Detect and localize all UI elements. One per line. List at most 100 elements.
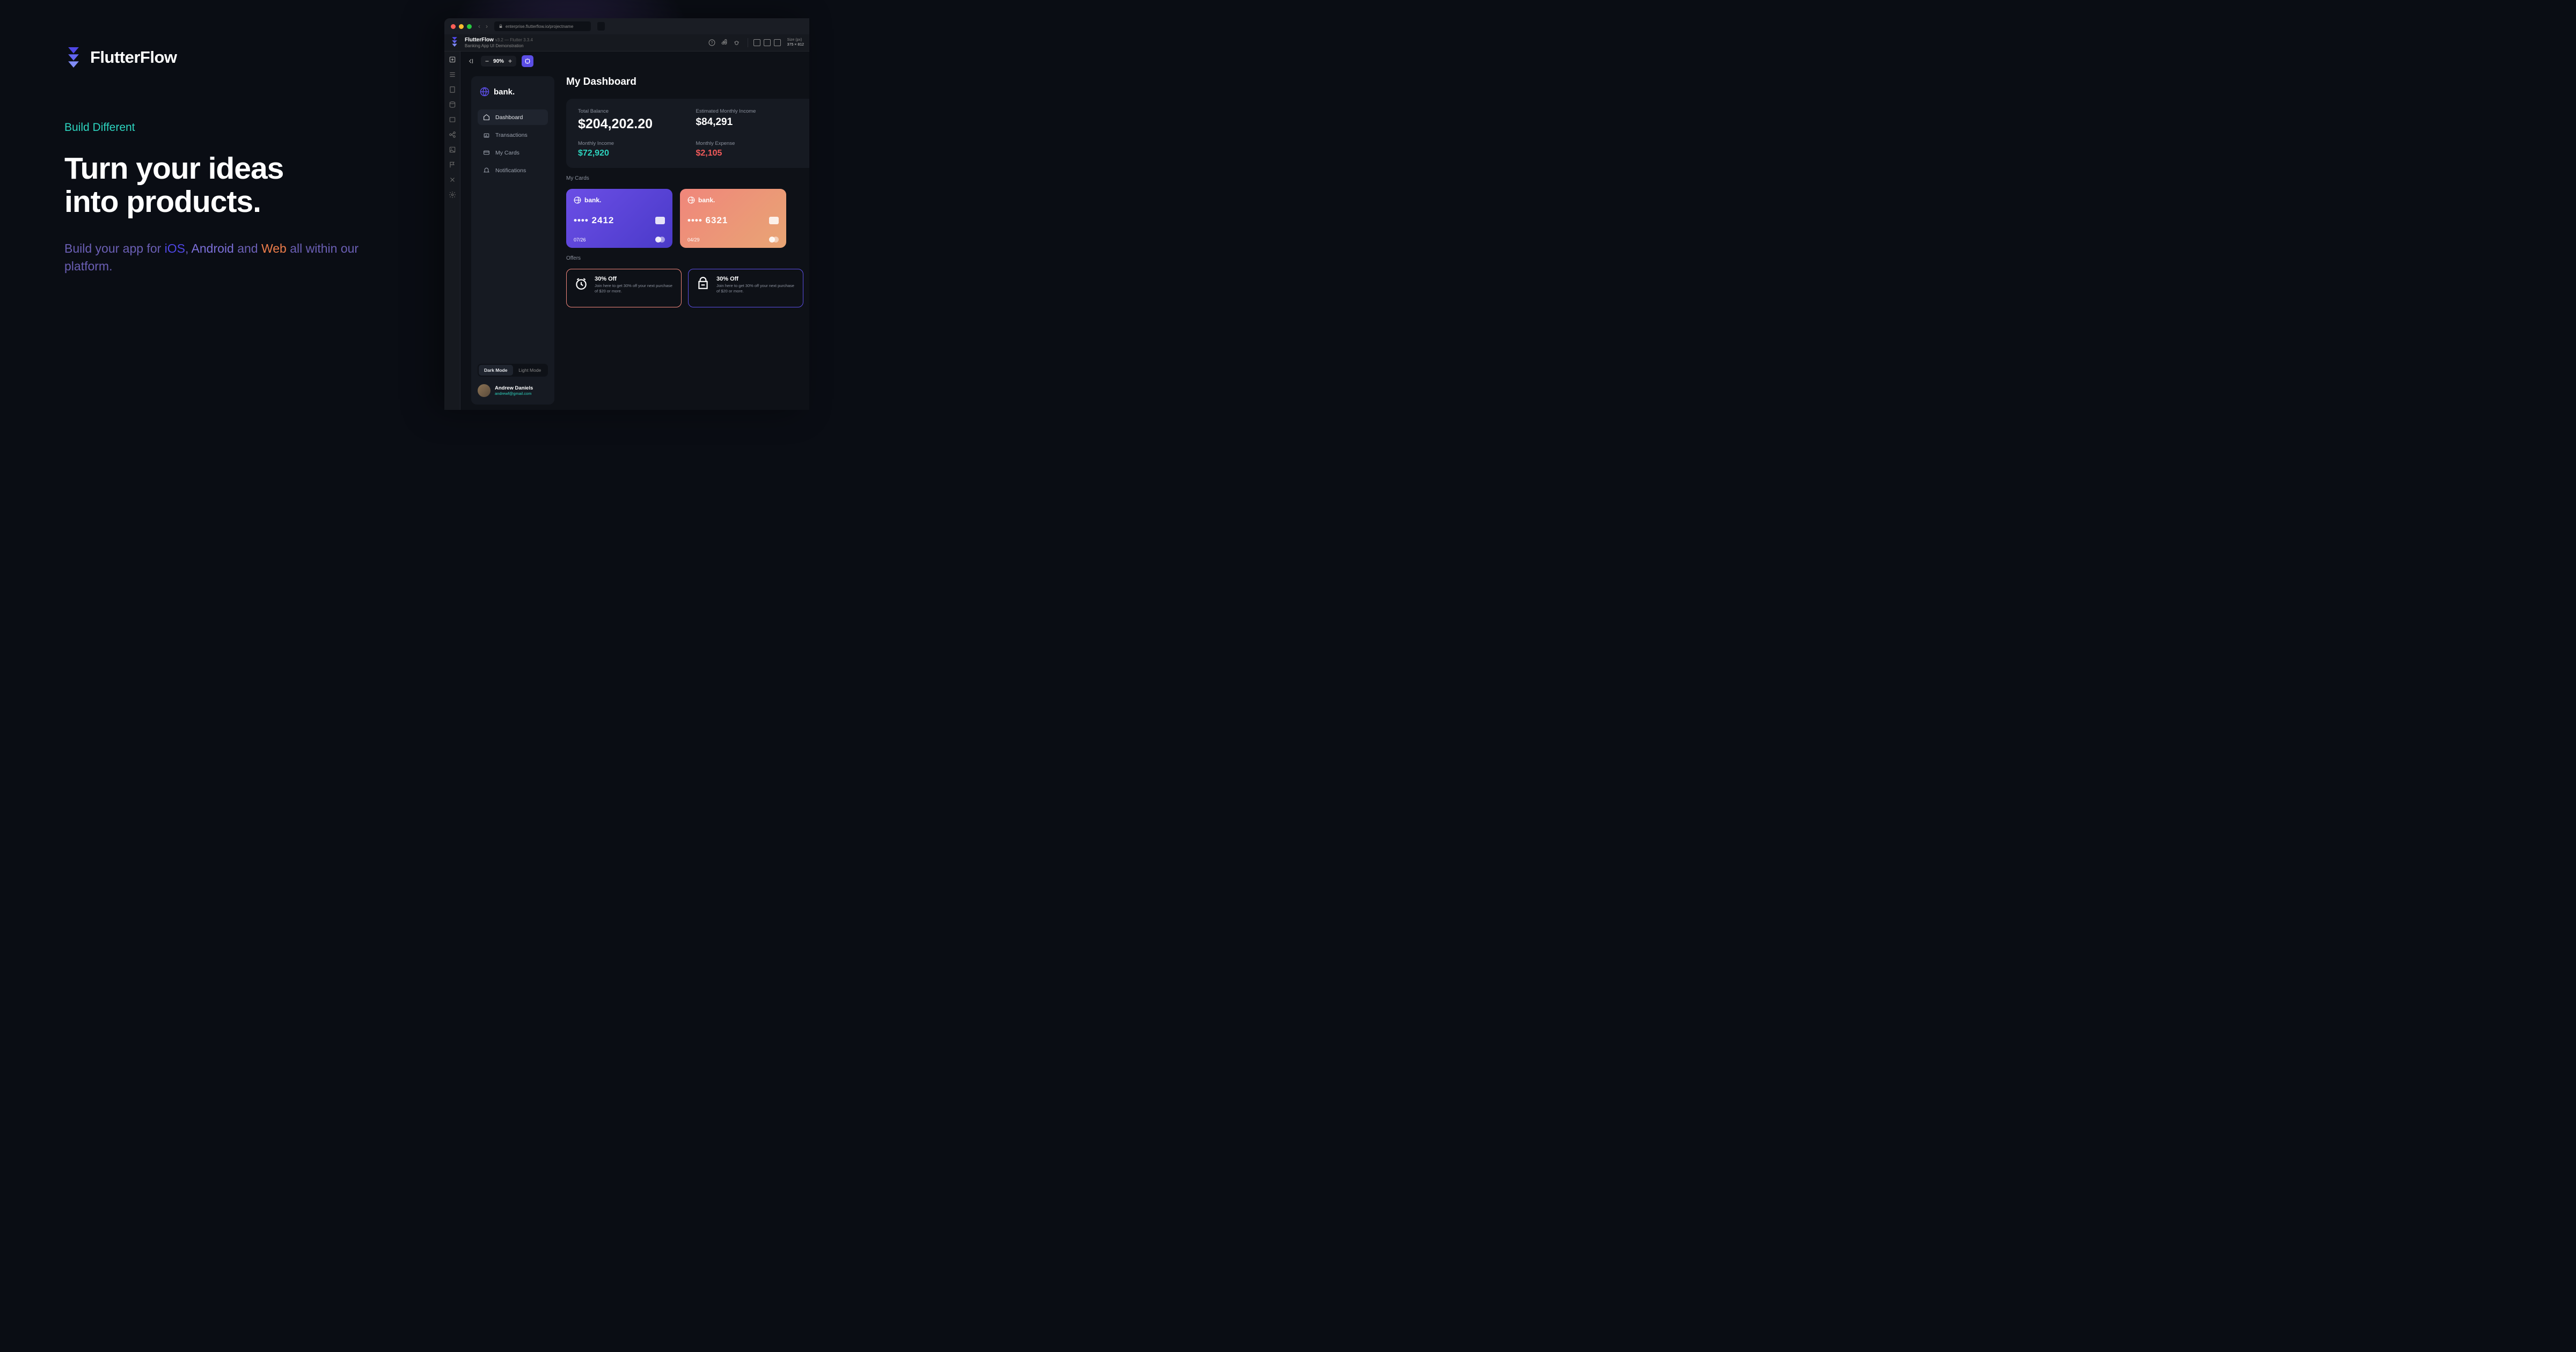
card-number: •••• 6321 (687, 215, 728, 226)
forward-icon[interactable]: › (486, 23, 488, 30)
card-expiry: 04/29 (687, 237, 700, 243)
size-value: 375 × 812 (787, 43, 804, 47)
light-mode-button[interactable]: Light Mode (513, 365, 547, 376)
stat-monthly-expense: $2,105 (696, 149, 798, 158)
credit-card[interactable]: bank. •••• 2412 07/26 (566, 189, 672, 248)
mastercard-icon (769, 237, 779, 243)
help-icon[interactable]: ? (708, 39, 715, 46)
stat-est-income: $84,291 (696, 116, 798, 128)
stat-label: Estimated Monthly Income (696, 108, 798, 114)
home-icon (483, 114, 490, 121)
url-bar[interactable]: enterprise.flutterflow.io/projectname (494, 21, 591, 31)
browser-menu-icon[interactable] (597, 22, 605, 31)
avatar (478, 384, 491, 397)
zoom-out-button[interactable]: − (485, 57, 489, 65)
sidebar-item-transactions[interactable]: Transactions (478, 127, 548, 143)
rail-page-icon[interactable] (449, 86, 456, 93)
minimize-icon[interactable] (459, 24, 464, 29)
bug-icon[interactable] (733, 39, 740, 46)
cards-row: bank. •••• 2412 07/26 (566, 189, 809, 248)
card-chip-icon (769, 217, 779, 224)
sidebar-item-label: My Cards (495, 150, 519, 156)
add-widget-button[interactable] (522, 55, 533, 67)
rail-flag-icon[interactable] (449, 161, 456, 168)
rail-storage-icon[interactable] (449, 116, 456, 123)
stats-card: Total Balance $204,202.20 Estimated Mont… (566, 99, 809, 168)
canvas-toolbar: − 90% + (460, 52, 809, 71)
card-logo-icon (687, 196, 695, 204)
back-icon[interactable]: ‹ (478, 23, 480, 30)
zoom-in-button[interactable]: + (508, 57, 512, 65)
collapse-panel-icon[interactable] (466, 56, 475, 66)
backpack-icon (696, 277, 710, 291)
tablet-preview-icon[interactable] (764, 39, 771, 46)
offer-title: 30% Off (716, 276, 795, 282)
command-icon[interactable] (721, 39, 728, 46)
stat-label: Monthly Expense (696, 141, 798, 146)
url-text: enterprise.flutterflow.io/projectname (506, 24, 573, 29)
sidebar-item-label: Dashboard (495, 114, 523, 121)
close-icon[interactable] (451, 24, 456, 29)
dark-mode-button[interactable]: Dark Mode (479, 365, 513, 376)
card-icon (483, 149, 490, 156)
card-brand: bank. (698, 196, 715, 204)
headline: Turn your ideas into products. (64, 152, 397, 218)
browser-nav: ‹ › (478, 23, 488, 30)
app-title: FlutterFlow (465, 37, 494, 43)
rail-add-icon[interactable] (449, 56, 456, 63)
section-label-cards: My Cards (566, 175, 809, 181)
stat-total-balance: $204,202.20 (578, 116, 680, 132)
offer-card[interactable]: 30% Off Join here to get 30% off your ne… (688, 269, 803, 307)
theme-toggle: Dark Mode Light Mode (478, 364, 548, 377)
app-logo-icon (450, 37, 459, 47)
bank-logo-icon (480, 87, 489, 97)
subheadline: Build your app for iOS, Android and Web … (64, 240, 397, 276)
app-header: FlutterFlow v3.2 — Flutter 3.3.4 Banking… (444, 34, 809, 52)
card-logo-icon (574, 196, 581, 204)
sidebar-item-notifications[interactable]: Notifications (478, 163, 548, 178)
offer-desc: Join here to get 30% off your next purch… (595, 283, 674, 294)
rail-settings-icon[interactable] (449, 191, 456, 199)
headline-line1: Turn your ideas (64, 151, 283, 186)
headline-line2: into products. (64, 185, 261, 219)
svg-text:?: ? (711, 40, 713, 45)
stat-monthly-income: $72,920 (578, 149, 680, 158)
transactions-icon (483, 131, 490, 138)
bell-icon (483, 167, 490, 174)
flutterflow-logo-icon (64, 47, 83, 68)
zoom-control: − 90% + (481, 56, 516, 67)
tool-rail (444, 52, 460, 410)
offer-title: 30% Off (595, 276, 674, 282)
rail-list-icon[interactable] (449, 71, 456, 78)
desktop-preview-icon[interactable] (774, 39, 781, 46)
stat-label: Total Balance (578, 108, 680, 114)
card-number: •••• 2412 (574, 215, 614, 226)
offer-card[interactable]: 30% Off Join here to get 30% off your ne… (566, 269, 682, 307)
rail-tools-icon[interactable] (449, 176, 456, 183)
stat-label: Monthly Income (578, 141, 680, 146)
rail-api-icon[interactable] (449, 131, 456, 138)
rail-media-icon[interactable] (449, 146, 456, 153)
canvas-content[interactable]: bank. Dashboard Transactions My Cards (460, 71, 809, 410)
page-title: My Dashboard (566, 76, 809, 88)
marketing-panel: FlutterFlow Build Different Turn your id… (64, 47, 397, 276)
credit-card[interactable]: bank. •••• 6321 04/29 (680, 189, 786, 248)
rail-database-icon[interactable] (449, 101, 456, 108)
dashboard-main: My Dashboard Total Balance $204,202.20 E… (566, 76, 809, 405)
bank-sidebar: bank. Dashboard Transactions My Cards (471, 76, 554, 405)
card-brand: bank. (584, 196, 601, 204)
user-profile[interactable]: Andrew Daniels andrewf@gmail.com (478, 384, 548, 397)
app-subtitle: Banking App UI Demonstration (465, 43, 702, 48)
app-window: ‹ › enterprise.flutterflow.io/projectnam… (444, 18, 809, 410)
app-version: v3.2 — Flutter 3.3.4 (495, 38, 533, 42)
sidebar-item-dashboard[interactable]: Dashboard (478, 109, 548, 125)
sidebar-item-mycards[interactable]: My Cards (478, 145, 548, 160)
bank-logo-text: bank. (494, 87, 515, 97)
phone-preview-icon[interactable] (753, 39, 760, 46)
maximize-icon[interactable] (467, 24, 472, 29)
window-titlebar: ‹ › enterprise.flutterflow.io/projectnam… (444, 18, 809, 34)
lock-icon (499, 24, 503, 28)
clock-icon (574, 277, 588, 291)
offer-desc: Join here to get 30% off your next purch… (716, 283, 795, 294)
mastercard-icon (655, 237, 665, 243)
